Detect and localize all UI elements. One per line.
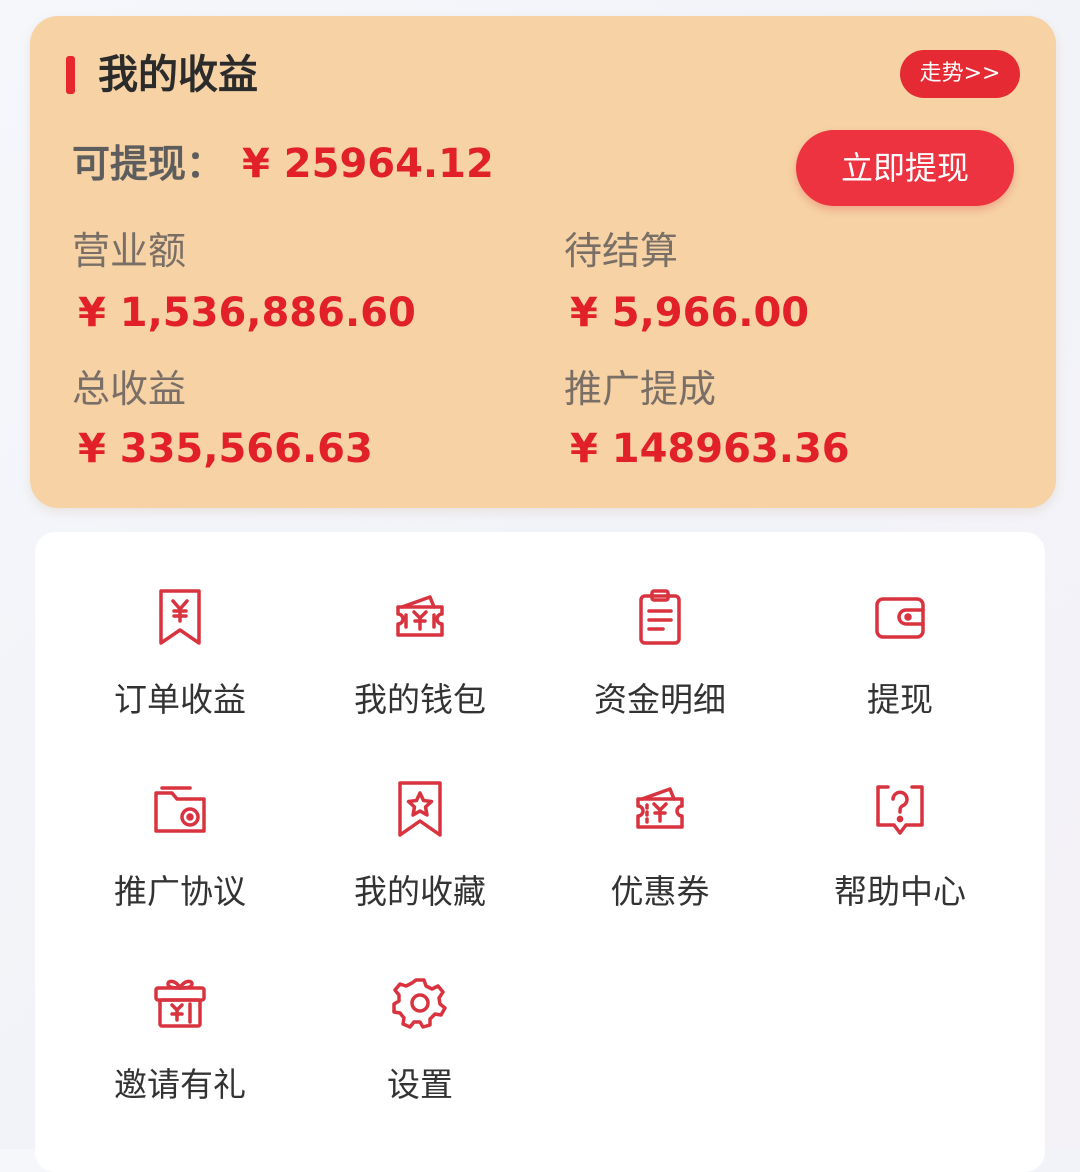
menu-label-settings: 设置 [387,1065,453,1104]
stat-label-pending: 待结算 [564,229,679,273]
gift-icon [150,972,210,1032]
earnings-title: 我的收益 [98,52,258,98]
wallet-ticket-icon [390,587,450,647]
menu-label-my-favorites: 我的收藏 [354,872,486,911]
withdraw-now-button[interactable]: 立即提现 [796,130,1014,206]
menu-item-withdraw[interactable]: 提现 [800,587,1000,757]
folder-disc-icon [150,779,210,839]
menu-label-coupons: 优惠券 [610,872,710,911]
receipt-yen-icon [150,587,210,647]
title-accent-bar [66,56,75,94]
menu-item-settings[interactable]: 设置 [320,972,520,1142]
menu-item-my-favorites[interactable]: 我的收藏 [320,779,520,949]
stat-value-total-earnings: ¥ 335,566.63 [78,426,373,472]
menu-label-help-center: 帮助中心 [834,872,966,911]
menu-item-coupons[interactable]: 优惠券 [560,779,760,949]
menu-item-fund-details[interactable]: 资金明细 [560,587,760,757]
menu-panel: 订单收益 我的钱包 资金明细 提现 推广协议 我的收藏 优惠券 帮助中心 邀请有… [35,532,1045,1172]
menu-label-promotion-agreement: 推广协议 [114,872,246,911]
trend-button[interactable]: 走势>> [900,50,1020,98]
menu-label-withdraw: 提现 [867,680,933,719]
stat-label-total-earnings: 总收益 [72,367,187,411]
menu-label-invite-rewards: 邀请有礼 [114,1065,246,1104]
menu-item-invite-rewards[interactable]: 邀请有礼 [80,972,280,1142]
menu-label-order-earnings: 订单收益 [114,680,246,719]
menu-item-help-center[interactable]: 帮助中心 [800,779,1000,949]
wallet-icon [870,587,930,647]
menu-label-fund-details: 资金明细 [594,680,726,719]
stat-value-pending: ¥ 5,966.00 [570,290,810,336]
menu-item-order-earnings[interactable]: 订单收益 [80,587,280,757]
available-value: ¥ 25964.12 [242,141,494,187]
available-balance: 可提现： ¥ 25964.12 [72,136,494,192]
stat-value-commission: ¥ 148963.36 [570,426,850,472]
menu-item-promotion-agreement[interactable]: 推广协议 [80,779,280,949]
earnings-card: 我的收益 走势>> 可提现： ¥ 25964.12 立即提现 营业额 ¥ 1,53… [30,16,1056,508]
clipboard-list-icon [630,587,690,647]
gear-icon [390,972,450,1032]
coupon-icon [630,779,690,839]
available-label: 可提现： [72,142,225,186]
stat-label-commission: 推广提成 [564,367,717,411]
stat-label-revenue: 营业额 [72,229,187,273]
stat-value-revenue: ¥ 1,536,886.60 [78,290,416,336]
help-chat-icon [870,779,930,839]
bookmark-star-icon [390,779,450,839]
menu-item-my-wallet[interactable]: 我的钱包 [320,587,520,757]
menu-label-my-wallet: 我的钱包 [354,680,486,719]
